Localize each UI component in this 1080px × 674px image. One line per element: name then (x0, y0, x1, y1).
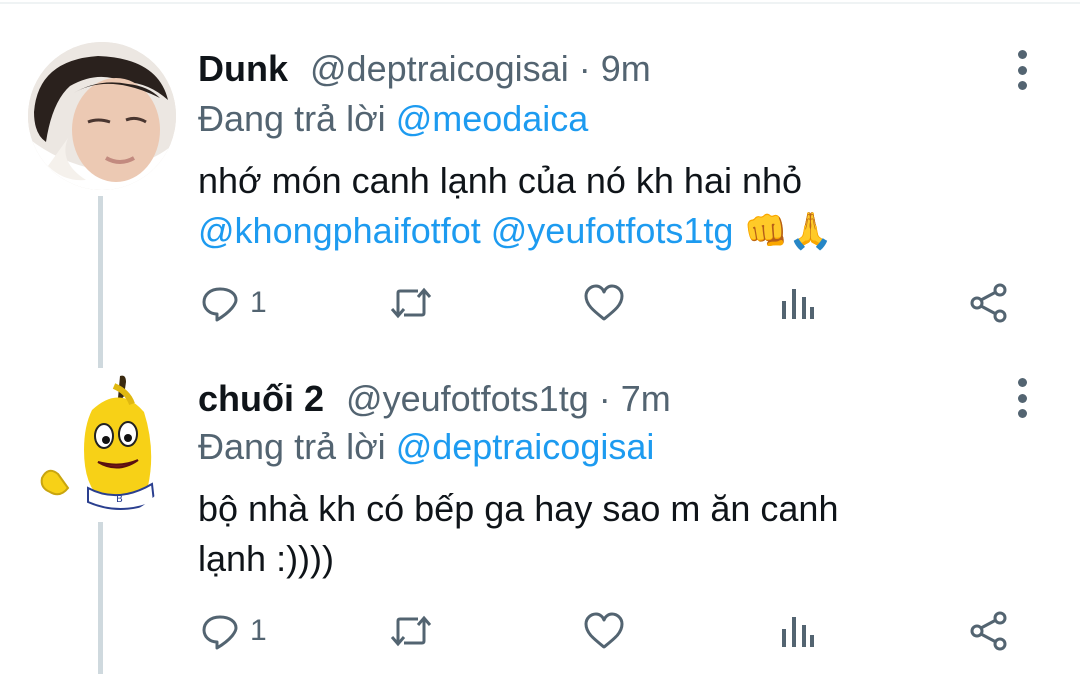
top-divider (0, 2, 1080, 4)
replying-to-mention[interactable]: @meodaica (396, 98, 589, 139)
display-name[interactable]: Dunk (198, 48, 288, 89)
reply-icon (202, 615, 238, 650)
separator: · (588, 378, 621, 419)
tweet-actions: 1 (0, 606, 1080, 656)
user-handle[interactable]: @deptraicogisai (310, 48, 569, 89)
tweet-text: nhớ món canh lạnh của nó kh hai nhỏ @kho… (198, 156, 958, 256)
svg-text:B: B (116, 494, 123, 505)
tweet-header: chuối 2 @yeufotfots1tg · 7m (198, 378, 671, 420)
tweet-header: Dunk @deptraicogisai · 9m (198, 48, 651, 90)
share-icon (970, 283, 1007, 323)
timestamp[interactable]: 9m (601, 48, 651, 89)
mention-link[interactable]: @khongphaifotfot (198, 210, 481, 251)
analytics-button[interactable] (778, 606, 818, 656)
tweet-text-line: bộ nhà kh có bếp ga hay sao m ăn canh (198, 488, 839, 529)
retweet-icon (390, 615, 432, 647)
retweet-button[interactable] (388, 606, 434, 656)
reply-icon (202, 287, 238, 322)
share-button[interactable] (968, 606, 1010, 656)
reply-count: 1 (250, 286, 267, 319)
display-name[interactable]: chuối 2 (198, 378, 324, 419)
tweet-actions: 1 (0, 278, 1080, 328)
retweet-button[interactable] (388, 278, 434, 328)
replying-to: Đang trả lời @meodaica (198, 98, 588, 140)
avatar[interactable]: B (28, 370, 176, 518)
like-button[interactable] (582, 606, 626, 656)
analytics-icon (782, 617, 814, 647)
reply-button[interactable]: 1 (200, 278, 267, 328)
analytics-icon (782, 289, 814, 319)
replying-to-mention[interactable]: @deptraicogisai (396, 426, 655, 467)
tweet-text-line: @khongphaifotfot @yeufotfots1tg 👊🙏 (198, 206, 958, 256)
reply-button[interactable]: 1 (200, 606, 267, 656)
like-button[interactable] (582, 278, 626, 328)
profile-photo (28, 42, 176, 190)
replying-to-label: Đang trả lời (198, 426, 396, 467)
mention-link[interactable]: @yeufotfots1tg (491, 210, 734, 251)
profile-photo: B (28, 370, 176, 518)
analytics-button[interactable] (778, 278, 818, 328)
tweet-text-line: nhớ món canh lạnh của nó kh hai nhỏ (198, 160, 803, 201)
timestamp[interactable]: 7m (621, 378, 671, 419)
tweet-text: bộ nhà kh có bếp ga hay sao m ăn canh lạ… (198, 484, 958, 584)
reply-count: 1 (250, 614, 267, 647)
tweet-text-line: lạnh :)))) (198, 538, 335, 579)
user-handle[interactable]: @yeufotfots1tg (346, 378, 589, 419)
share-button[interactable] (968, 278, 1010, 328)
retweet-icon (390, 287, 432, 319)
avatar[interactable] (28, 42, 176, 190)
like-icon (584, 284, 624, 321)
emoji: 👊🙏 (743, 210, 834, 251)
share-icon (970, 611, 1007, 651)
replying-to: Đang trả lời @deptraicogisai (198, 426, 654, 468)
more-icon[interactable] (1010, 50, 1034, 90)
replying-to-label: Đang trả lời (198, 98, 396, 139)
more-icon[interactable] (1010, 378, 1034, 418)
separator: · (568, 48, 601, 89)
like-icon (584, 612, 624, 649)
